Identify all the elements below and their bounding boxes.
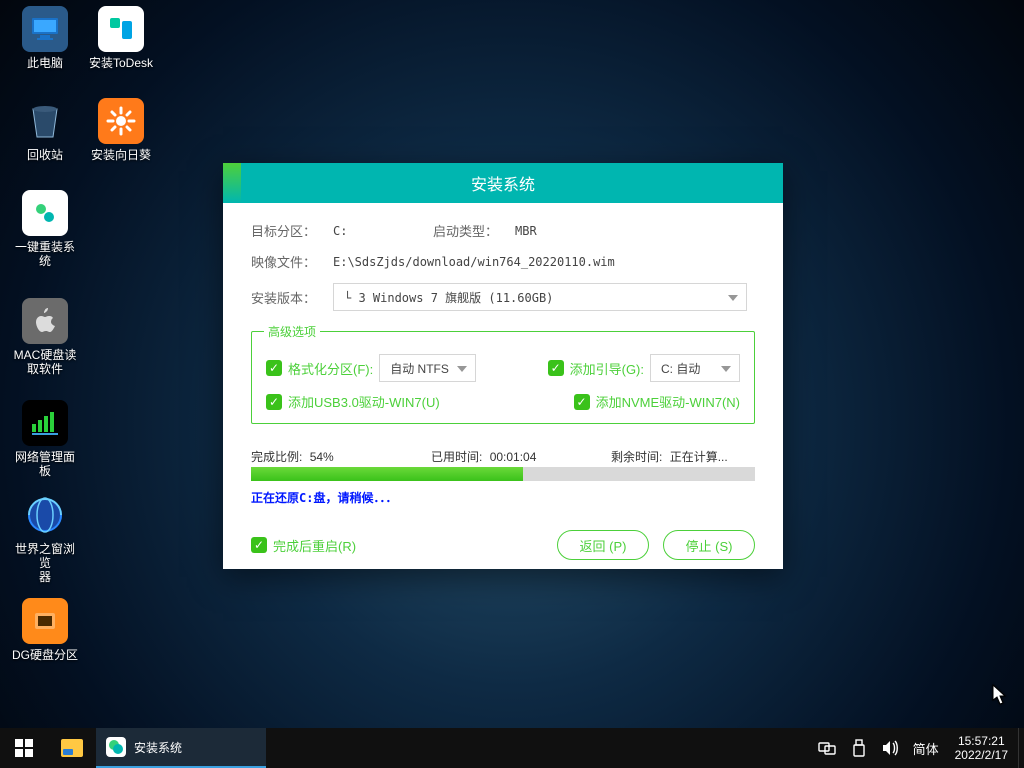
usb3-driver-label: 添加USB3.0驱动-WIN7(U) xyxy=(288,392,440,411)
nvme-driver-option[interactable]: 添加NVME驱动-WIN7(N) xyxy=(574,392,740,411)
nvme-driver-label: 添加NVME驱动-WIN7(N) xyxy=(596,392,740,411)
taskbar-item-installer[interactable]: 安装系统 xyxy=(96,728,266,768)
install-version-value: └ 3 Windows 7 旗舰版 (11.60GB) xyxy=(344,289,553,306)
progress-pct: 完成比例: 54% xyxy=(251,448,431,465)
network-panel-icon xyxy=(22,400,68,446)
checkbox-checked-icon[interactable] xyxy=(251,537,267,553)
progress-time: 已用时间: 00:01:04 xyxy=(431,448,611,465)
checkbox-checked-icon[interactable] xyxy=(266,360,282,376)
tray-volume-icon[interactable] xyxy=(875,728,907,768)
chevron-down-icon xyxy=(728,295,738,301)
desktop-icon-label: 网络管理面板 xyxy=(10,450,80,478)
reinstall-icon xyxy=(22,190,68,236)
dg-icon xyxy=(22,598,68,644)
installer-titlebar[interactable]: 安装系统 xyxy=(223,163,783,203)
installer-task-icon xyxy=(106,737,126,757)
desktop-icon-dg[interactable]: DG硬盘分区 xyxy=(10,598,80,662)
add-boot-option[interactable]: 添加引导(G): xyxy=(548,359,644,378)
boot-type-label: 启动类型： xyxy=(433,221,515,240)
tray-network-icon[interactable] xyxy=(811,728,843,768)
format-partition-label: 格式化分区(F): xyxy=(288,359,373,378)
tray-time: 15:57:21 xyxy=(955,734,1008,748)
usb3-driver-option[interactable]: 添加USB3.0驱动-WIN7(U) xyxy=(266,392,440,411)
folder-icon xyxy=(61,739,83,757)
taskbar: 安装系统 简体 15:57:21 2022/2/17 xyxy=(0,728,1024,768)
desktop-icon-label: 安装ToDesk xyxy=(86,56,156,70)
desktop-icon-macdisk[interactable]: MAC硬盘读 取软件 xyxy=(10,298,80,376)
progress-section: 完成比例: 54% 已用时间: 00:01:04 剩余时间: 正在计算... xyxy=(251,448,755,506)
tray-date: 2022/2/17 xyxy=(955,748,1008,762)
show-desktop-button[interactable] xyxy=(1018,728,1024,768)
image-file-value: E:\SdsZjds/download/win764_20220110.wim xyxy=(333,255,615,269)
row-target: 目标分区： C: 启动类型： MBR xyxy=(251,221,755,240)
progress-eta: 剩余时间: 正在计算... xyxy=(611,448,755,465)
row-image: 映像文件： E:\SdsZjds/download/win764_2022011… xyxy=(251,252,755,271)
tray-ime[interactable]: 简体 xyxy=(907,739,945,758)
desktop-icon-recycle-bin[interactable]: 回收站 xyxy=(10,98,80,162)
format-partition-option[interactable]: 格式化分区(F): xyxy=(266,359,373,378)
format-partition-value: 自动 NTFS xyxy=(390,360,449,377)
target-partition-value: C: xyxy=(333,224,433,238)
installer-footer: 完成后重启(R) 返回 (P) 停止 (S) xyxy=(251,530,755,560)
progress-bar xyxy=(251,467,755,481)
add-boot-value: C: 自动 xyxy=(661,360,700,377)
checkbox-checked-icon[interactable] xyxy=(574,394,590,410)
checkbox-checked-icon[interactable] xyxy=(266,394,282,410)
image-file-label: 映像文件： xyxy=(251,252,333,271)
desktop-icon-label: 回收站 xyxy=(10,148,80,162)
add-boot-select[interactable]: C: 自动 xyxy=(650,354,740,382)
desktop-icon-netpanel[interactable]: 网络管理面板 xyxy=(10,400,80,478)
desktop-icon-todesk[interactable]: 安装ToDesk xyxy=(86,6,156,70)
tray-usb-icon[interactable] xyxy=(843,728,875,768)
globe-icon xyxy=(22,492,68,538)
progress-bar-fill xyxy=(251,467,523,481)
restart-after-option[interactable]: 完成后重启(R) xyxy=(251,536,356,555)
chevron-down-icon xyxy=(457,366,467,372)
desktop-icon-label: 此电脑 xyxy=(10,56,80,70)
monitor-icon xyxy=(22,6,68,52)
taskbar-item-label: 安装系统 xyxy=(134,739,182,756)
start-button[interactable] xyxy=(0,728,48,768)
installer-window: 安装系统 目标分区： C: 启动类型： MBR 映像文件： E:\SdsZjds… xyxy=(223,163,783,569)
boot-type-value: MBR xyxy=(515,224,537,238)
format-partition-select[interactable]: 自动 NTFS xyxy=(379,354,476,382)
back-button[interactable]: 返回 (P) xyxy=(557,530,649,560)
chevron-down-icon xyxy=(721,366,731,372)
install-version-label: 安装版本： xyxy=(251,288,333,307)
installer-body: 目标分区： C: 启动类型： MBR 映像文件： E:\SdsZjds/down… xyxy=(223,203,783,576)
desktop-icon-browser[interactable]: 世界之窗浏览 器 xyxy=(10,492,80,584)
desktop: 此电脑 回收站 一键重装系统 MAC硬盘读 取软件 网络管理面板 世界之窗浏览 … xyxy=(0,0,1024,728)
recycle-bin-icon xyxy=(22,98,68,144)
apple-disk-icon xyxy=(22,298,68,344)
desktop-icon-sunflower[interactable]: 安装向日葵 xyxy=(86,98,156,162)
tray-clock[interactable]: 15:57:21 2022/2/17 xyxy=(945,734,1018,762)
checkbox-checked-icon[interactable] xyxy=(548,360,564,376)
windows-logo-icon xyxy=(15,739,33,757)
target-partition-label: 目标分区： xyxy=(251,221,333,240)
restart-after-label: 完成后重启(R) xyxy=(273,536,356,555)
titlebar-accent xyxy=(223,163,241,203)
desktop-icon-label: 世界之窗浏览 器 xyxy=(10,542,80,584)
stop-button[interactable]: 停止 (S) xyxy=(663,530,755,560)
installer-title: 安装系统 xyxy=(471,171,535,195)
advanced-options-fieldset: 高级选项 格式化分区(F): 自动 NTFS 添加引导(G): xyxy=(251,323,755,424)
advanced-options-legend: 高级选项 xyxy=(264,323,320,340)
file-explorer-button[interactable] xyxy=(48,728,96,768)
add-boot-label: 添加引导(G): xyxy=(570,359,644,378)
status-line: 正在还原C:盘，请稍候．．． xyxy=(251,489,755,506)
system-tray: 简体 15:57:21 2022/2/17 xyxy=(811,728,1024,768)
sunflower-icon xyxy=(98,98,144,144)
todesk-icon xyxy=(98,6,144,52)
desktop-icon-label: 一键重装系统 xyxy=(10,240,80,268)
desktop-icon-this-pc[interactable]: 此电脑 xyxy=(10,6,80,70)
install-version-select[interactable]: └ 3 Windows 7 旗舰版 (11.60GB) xyxy=(333,283,747,311)
desktop-icon-label: 安装向日葵 xyxy=(86,148,156,162)
desktop-icon-label: MAC硬盘读 取软件 xyxy=(10,348,80,376)
desktop-icon-label: DG硬盘分区 xyxy=(10,648,80,662)
row-version: 安装版本： └ 3 Windows 7 旗舰版 (11.60GB) xyxy=(251,283,755,311)
desktop-icon-reinstall[interactable]: 一键重装系统 xyxy=(10,190,80,268)
